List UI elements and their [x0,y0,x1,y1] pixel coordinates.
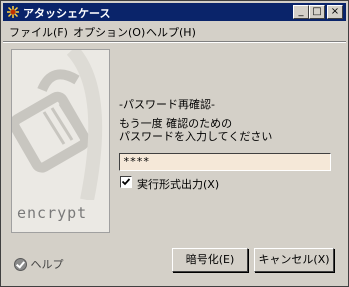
menu-bar: ファイル(F) オプション(O) ヘルプ(H) [3,22,346,40]
executable-output-checkbox[interactable] [120,176,132,188]
window-title: アタッシェケース [23,7,111,20]
menu-options[interactable]: オプション(O) [73,24,145,40]
briefcase-lock-icon [12,50,103,200]
minimize-button[interactable]: _ [293,5,309,19]
banner-caption: encrypt [17,204,88,222]
title-bar[interactable]: アタッシェケース _ □ × [3,3,346,21]
encrypt-button[interactable]: 暗号化(E) [172,248,248,272]
menu-separator [3,41,346,43]
menu-help[interactable]: ヘルプ(H) [146,24,196,40]
side-banner: encrypt [11,49,110,233]
dialog-heading: -パスワード再確認- [119,98,215,111]
help-check-icon [14,258,27,271]
checkmark-icon [121,178,131,186]
maximize-button[interactable]: □ [309,5,325,19]
app-icon [7,6,19,18]
close-button[interactable]: × [327,5,343,19]
cancel-button[interactable]: キャンセル(X) [254,248,334,272]
app-window: アタッシェケース _ □ × ファイル(F) オプション(O) ヘルプ(H) e… [0,0,349,287]
menu-file[interactable]: ファイル(F) [9,24,68,40]
help-link[interactable]: ヘルプ [14,256,64,272]
executable-output-label[interactable]: 実行形式出力(X) [137,176,219,192]
help-label: ヘルプ [30,258,64,271]
instruction-line-2: パスワードを入力してください [119,130,273,143]
password-input[interactable]: **** [119,153,331,171]
